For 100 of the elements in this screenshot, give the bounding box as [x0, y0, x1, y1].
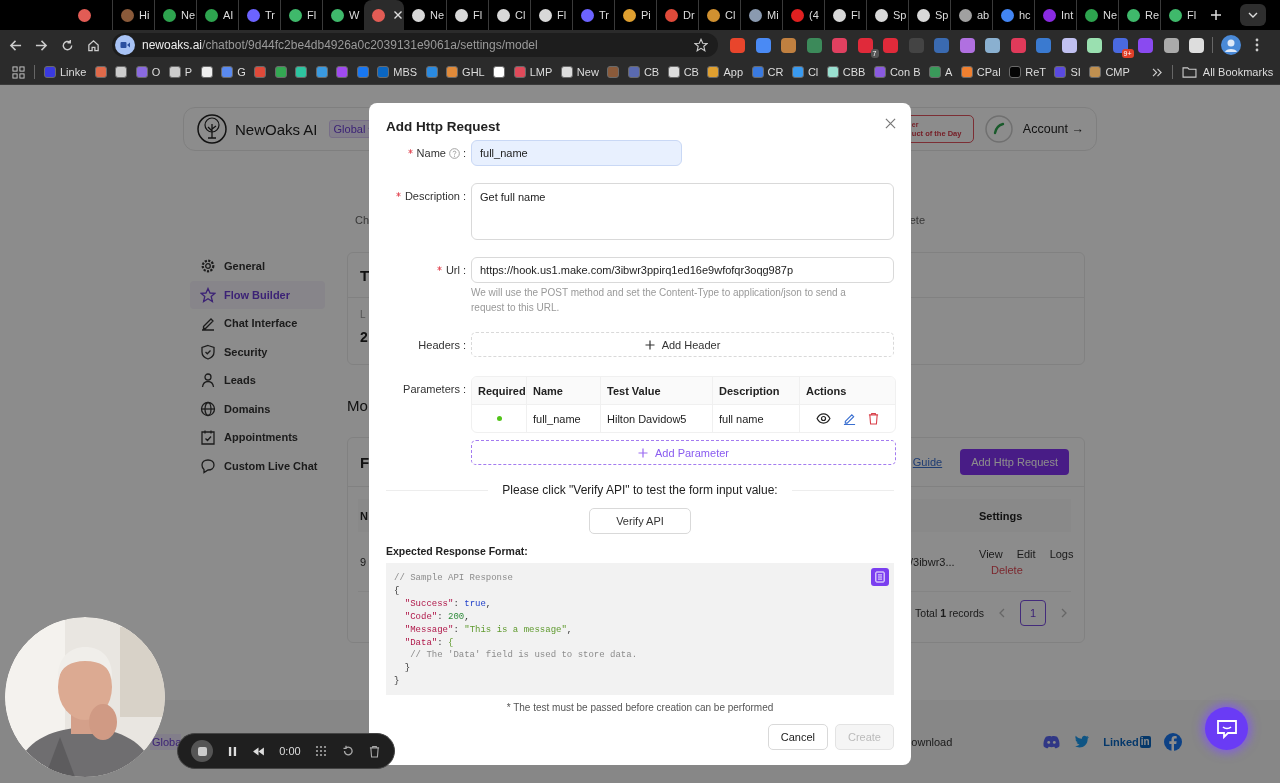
site-icon[interactable] — [115, 35, 135, 55]
verify-prompt: Please click "Verify API" to test the form input value: — [502, 483, 778, 497]
bookmark-star-icon[interactable] — [694, 38, 708, 52]
phone-icon[interactable] — [984, 115, 1013, 143]
browser-tab[interactable] — [364, 0, 404, 30]
tab-list-button[interactable] — [1240, 4, 1266, 26]
extension-icon[interactable] — [1061, 37, 1077, 53]
label-colon: : — [462, 147, 466, 159]
download-link[interactable]: ownload — [911, 735, 953, 748]
field-label: Name — [416, 147, 446, 159]
apps-icon[interactable] — [12, 65, 25, 79]
pencil-icon[interactable] — [843, 412, 856, 425]
home-icon[interactable] — [87, 38, 100, 52]
code-line: "Code": 200, — [403, 610, 470, 624]
bookmark[interactable]: MBS — [377, 66, 418, 78]
bookmark[interactable]: Linke — [44, 66, 87, 78]
bookmark[interactable]: ReT — [1009, 66, 1046, 78]
back-icon[interactable] — [9, 38, 22, 52]
page-button[interactable]: 1 — [1020, 600, 1046, 626]
bookmark[interactable]: LMP — [513, 66, 553, 78]
eye-icon[interactable] — [816, 413, 831, 424]
bookmark[interactable]: App — [707, 66, 743, 78]
pause-icon[interactable] — [227, 745, 237, 757]
bookmark[interactable]: CB — [667, 66, 699, 78]
bookmark[interactable]: P — [168, 66, 193, 78]
bookmark-icon[interactable] — [295, 66, 308, 78]
grid-icon[interactable] — [315, 745, 328, 757]
column-header: Actions — [805, 383, 848, 399]
bookmark[interactable]: Con B — [873, 66, 921, 78]
sidebar-item[interactable]: Leads — [190, 366, 325, 395]
logo-icon — [197, 114, 227, 144]
verify-api-button[interactable]: Verify API — [589, 508, 691, 534]
page-tab[interactable]: Ch — [355, 214, 370, 226]
forward-icon[interactable] — [35, 38, 48, 52]
action-link[interactable]: Logs — [1049, 547, 1074, 560]
name-field[interactable]: full_name — [471, 140, 682, 166]
bookmark[interactable]: CBB — [826, 66, 866, 78]
stop-button[interactable] — [191, 740, 213, 762]
bookmark-icon[interactable] — [493, 66, 506, 78]
code-line: // Sample API Response — [394, 572, 513, 585]
sidebar-item[interactable]: Chat Interface — [190, 309, 325, 338]
bookmark[interactable]: O — [135, 66, 161, 78]
all-bookmarks-button[interactable]: All Bookmarks — [1181, 66, 1274, 78]
cancel-button[interactable]: Cancel — [767, 724, 828, 750]
bookmark[interactable]: CPal — [960, 66, 1001, 78]
address-bar[interactable]: newoaks.ai/chatbot/9d44fc2be4db4926a0c2039131e9061a/settings/model — [112, 33, 718, 57]
extension-icon[interactable] — [1163, 37, 1179, 53]
add-request-button[interactable]: Add Http Request — [960, 449, 1069, 475]
sidebar-item[interactable]: Domains — [190, 394, 325, 423]
plus-icon[interactable] — [1210, 9, 1222, 21]
column-header: Description — [713, 377, 800, 404]
discord-icon[interactable] — [1042, 734, 1062, 749]
profile-avatar[interactable] — [1221, 35, 1241, 55]
extension-icon[interactable] — [1189, 37, 1204, 53]
code-line: { — [394, 584, 400, 598]
linkedin-logo[interactable]: Linked in — [1103, 735, 1151, 748]
bookmark[interactable]: New — [560, 66, 599, 78]
column-header: Test Value — [601, 377, 713, 404]
action-link[interactable]: Edit — [1016, 547, 1036, 560]
bookmark[interactable]: CB — [627, 66, 660, 78]
browser-tab[interactable]: Ne — [404, 0, 446, 30]
add-header-button[interactable]: Add Header — [471, 332, 894, 357]
chat-icon — [1215, 718, 1238, 739]
copy-button[interactable] — [871, 568, 889, 586]
trash-icon[interactable] — [368, 744, 380, 758]
sidebar-item[interactable]: Security — [190, 337, 325, 366]
restart-icon[interactable] — [342, 745, 355, 757]
bookmark-icon[interactable] — [115, 66, 128, 78]
description-field[interactable]: Get full name — [471, 183, 894, 240]
chevron-icon[interactable] — [1151, 67, 1163, 77]
trash-icon[interactable] — [868, 412, 879, 425]
extension-icon[interactable] — [959, 37, 975, 53]
person-icon — [200, 372, 216, 389]
extension-icon[interactable] — [985, 37, 1000, 53]
extension-icon[interactable] — [1087, 37, 1102, 53]
bookmark[interactable]: Cl — [791, 66, 819, 78]
action-link[interactable]: View — [979, 547, 1003, 560]
extension-icon[interactable] — [755, 37, 771, 53]
bookmark[interactable]: A — [929, 66, 953, 78]
recording-time: 0:00 — [279, 745, 301, 757]
bookmark[interactable]: CMP — [1089, 66, 1130, 78]
bookmark[interactable]: CR — [751, 66, 784, 78]
sidebar-item[interactable]: General — [190, 252, 325, 281]
bookmark[interactable]: GHL — [446, 66, 485, 78]
add-parameter-button[interactable]: Add Parameter — [471, 440, 896, 465]
reload-icon[interactable] — [61, 38, 74, 52]
sidebar-item[interactable]: Appointments — [190, 423, 325, 452]
rewind-icon[interactable] — [251, 746, 265, 756]
code-line: "Success": true, — [403, 597, 492, 611]
extension-icon[interactable] — [781, 37, 796, 53]
sidebar-item[interactable]: Custom Live Chat — [190, 451, 325, 480]
account-link[interactable]: Account → — [1022, 122, 1084, 136]
label-colon: : — [462, 383, 466, 395]
bookmark[interactable]: G — [221, 66, 246, 78]
url-field[interactable]: https://hook.us1.make.com/3ibwr3ppirq1ed16e9wfofqr3oqg987p — [471, 257, 894, 283]
menu-icon[interactable] — [1255, 38, 1259, 52]
facebook-icon[interactable] — [1163, 732, 1182, 751]
bookmark-icon[interactable] — [200, 66, 213, 78]
bookmark[interactable]: SI — [1054, 66, 1081, 78]
label-colon: : — [462, 264, 466, 276]
